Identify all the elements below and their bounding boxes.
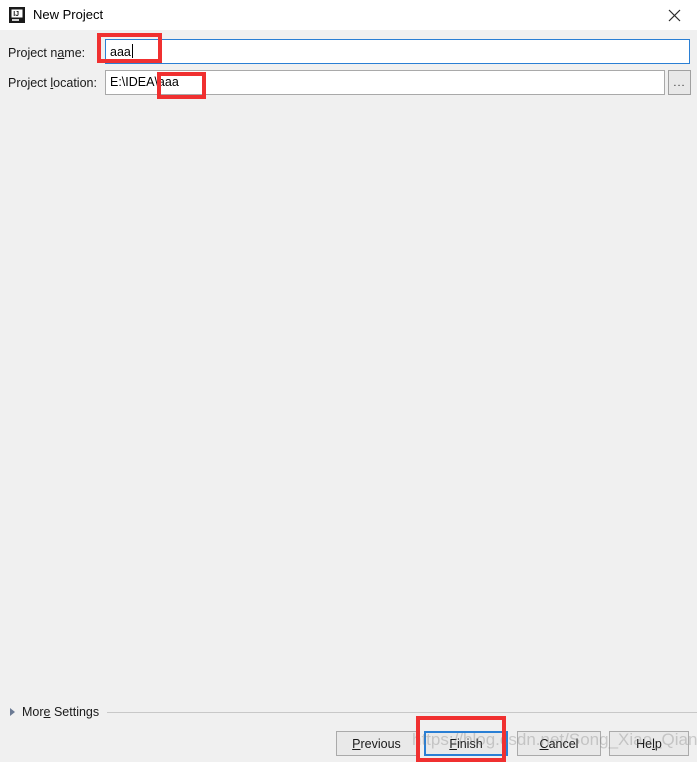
project-name-input[interactable]: aaa [105,39,690,64]
browse-folder-button[interactable]: ... [668,70,691,95]
more-settings-separator [107,711,697,713]
intellij-idea-icon: IJ [9,7,25,23]
project-name-label: Project name: [8,46,86,60]
more-settings-label: More Settings [22,705,100,719]
window-title: New Project [33,7,104,22]
finish-button[interactable]: Finish [424,731,508,756]
close-icon[interactable] [651,0,697,30]
title-bar: IJ New Project [0,0,697,30]
project-name-value: aaa [110,45,131,60]
dialog-body: Project name: aaa Project location: E:\I… [0,30,697,760]
project-location-value: E:\IDEA\aaa [110,75,179,90]
help-button[interactable]: He l p [609,731,689,756]
more-settings-row: More Settings [0,702,697,722]
previous-button[interactable]: Previous [336,731,417,756]
ellipsis-icon: ... [673,76,686,89]
project-location-label: Project location: [8,76,97,90]
project-location-input[interactable]: E:\IDEA\aaa [105,70,665,95]
more-settings-toggle[interactable]: More Settings [10,705,99,719]
text-caret [131,44,133,59]
cancel-button[interactable]: Cancel [517,731,601,756]
triangle-right-icon [10,708,15,716]
svg-text:IJ: IJ [13,11,19,18]
